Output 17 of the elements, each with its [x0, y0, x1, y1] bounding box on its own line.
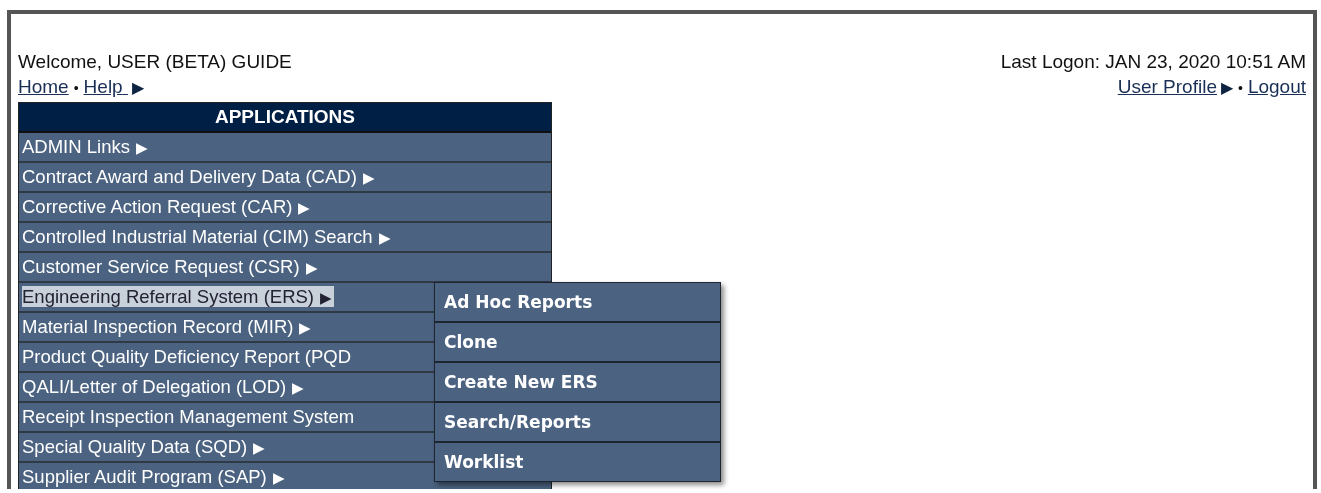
- menu-header: APPLICATIONS: [19, 103, 551, 133]
- arrow-icon: ▶: [362, 169, 375, 186]
- arrow-icon: ▶: [1220, 75, 1233, 100]
- arrow-icon: ▶: [292, 379, 305, 396]
- arrow-icon: ▶: [299, 319, 312, 336]
- separator-dot: •: [1237, 79, 1243, 98]
- last-logon-text: Last Logon: JAN 23, 2020 10:51 AM: [1000, 50, 1306, 74]
- arrow-icon: ▶: [253, 439, 266, 456]
- arrow-icon: ▶: [135, 139, 148, 156]
- arrow-icon: ▶: [131, 75, 144, 100]
- arrow-icon: ▶: [305, 259, 318, 276]
- separator-dot: •: [73, 79, 79, 98]
- arrow-icon: ▶: [298, 199, 311, 216]
- welcome-text: Welcome, USER (BETA) GUIDE: [18, 50, 292, 74]
- arrow-icon: ▶: [272, 469, 285, 486]
- arrow-icon: ▶: [320, 289, 332, 306]
- arrow-icon: ▶: [378, 229, 391, 246]
